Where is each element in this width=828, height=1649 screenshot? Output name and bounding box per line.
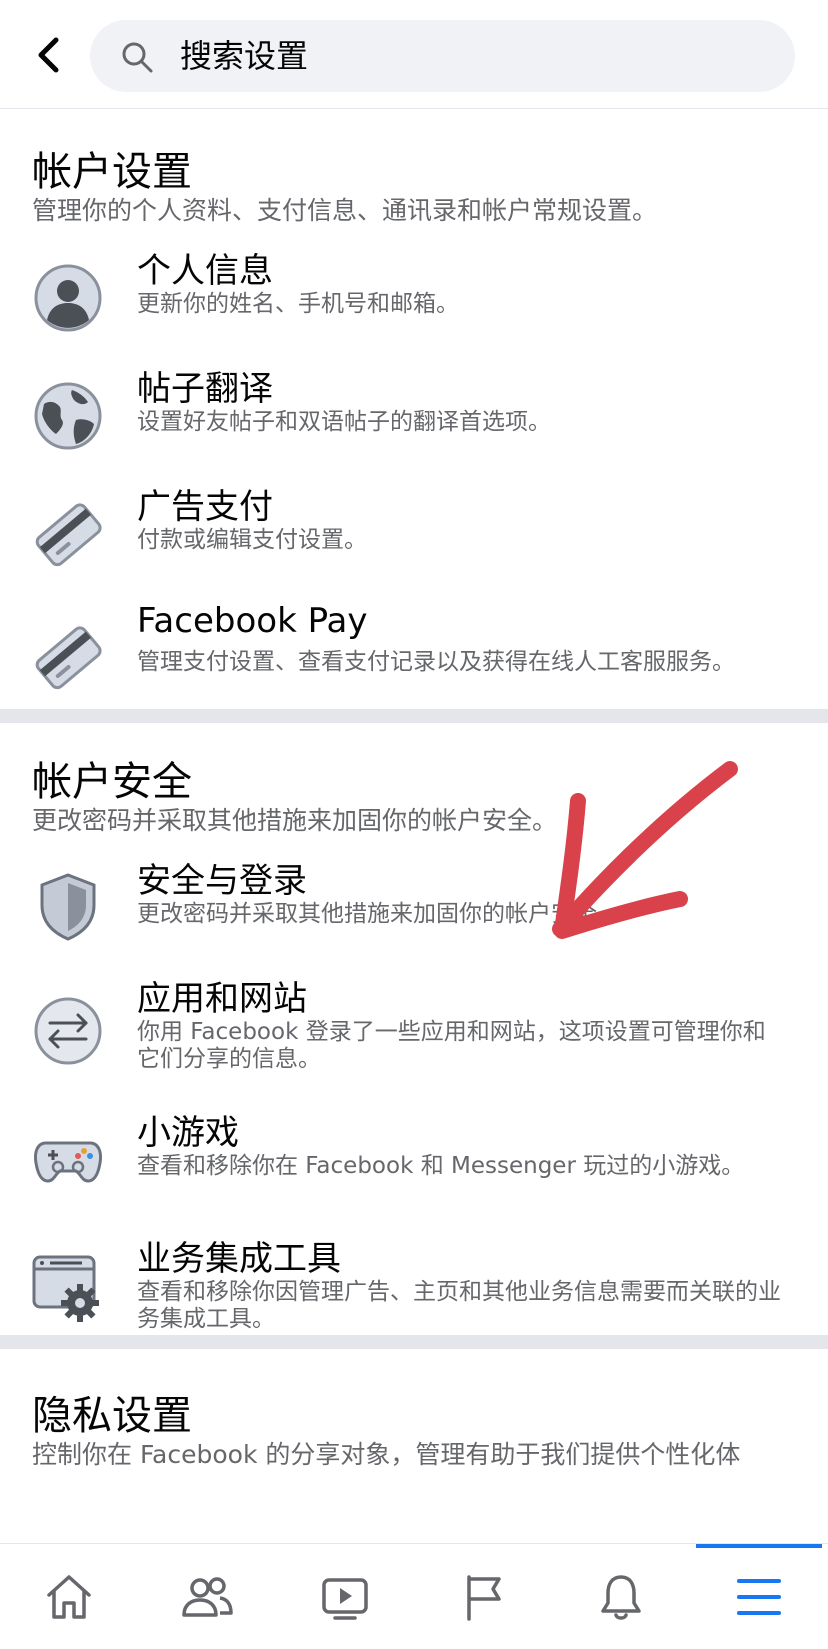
settings-item-apps-websites[interactable]: 应用和网站 你用 Facebook 登录了一些应用和网站，这项设置可管理你和它们…	[0, 967, 828, 1091]
home-icon	[47, 1574, 91, 1619]
menu-icon	[737, 1578, 781, 1615]
tab-notifications[interactable]	[552, 1544, 690, 1649]
section-title-privacy-settings: 隐私设置	[32, 1393, 192, 1439]
item-title: 安全与登录	[137, 861, 307, 901]
video-icon	[322, 1577, 368, 1620]
gamepad-icon	[34, 1141, 102, 1183]
settings-item-ad-payments[interactable]: 广告支付 付款或编辑支付设置。	[0, 475, 828, 583]
red-arrow-annotation	[552, 761, 738, 939]
section-desc-account-settings: 管理你的个人资料、支付信息、通讯录和帐户常规设置。	[32, 196, 658, 225]
item-title: 广告支付	[137, 487, 273, 527]
pages-flag-icon	[467, 1574, 501, 1621]
friends-icon	[182, 1576, 233, 1617]
section-title-account-settings: 帐户设置	[32, 149, 192, 195]
settings-item-business-integrations[interactable]: 业务集成工具 查看和移除你因管理广告、主页和其他业务信息需要而关联的业务集成工具…	[0, 1227, 828, 1337]
credit-card-icon	[35, 626, 102, 690]
search-icon	[122, 42, 153, 73]
settings-item-mini-games[interactable]: 小游戏 查看和移除你在 Facebook 和 Messenger 玩过的小游戏。	[0, 1101, 828, 1217]
window-gear-icon	[32, 1255, 99, 1322]
item-title: Facebook Pay	[137, 601, 368, 641]
globe-icon	[34, 382, 102, 450]
shield-icon	[40, 873, 96, 941]
swap-arrows-icon	[34, 997, 102, 1065]
person-icon	[34, 264, 102, 332]
settings-item-post-translation[interactable]: 帖子翻译 设置好友帖子和双语帖子的翻译首选项。	[0, 357, 828, 465]
section-divider	[0, 709, 828, 723]
section-desc-privacy-settings: 控制你在 Facebook 的分享对象，管理有助于我们提供个性化体	[32, 1440, 741, 1469]
item-title: 小游戏	[137, 1113, 239, 1153]
chevron-left-icon	[38, 37, 59, 73]
search-input[interactable]: 搜索设置	[90, 20, 795, 92]
credit-card-icon	[35, 503, 102, 567]
item-desc: 付款或编辑支付设置。	[137, 527, 367, 553]
item-desc: 你用 Facebook 登录了一些应用和网站，这项设置可管理你和它们分享的信息。	[137, 1019, 766, 1072]
tab-menu[interactable]	[690, 1544, 828, 1649]
tab-video[interactable]	[276, 1544, 414, 1649]
top-header: 搜索设置	[0, 0, 828, 109]
item-desc: 管理支付设置、查看支付记录以及获得在线人工客服服务。	[137, 649, 735, 675]
item-title: 应用和网站	[137, 979, 307, 1019]
settings-item-facebook-pay[interactable]: Facebook Pay 管理支付设置、查看支付记录以及获得在线人工客服服务。	[0, 593, 828, 701]
item-desc: 更新你的姓名、手机号和邮箱。	[137, 291, 459, 317]
notifications-bell-icon	[601, 1574, 641, 1620]
tab-pages[interactable]	[414, 1544, 552, 1649]
item-desc: 查看和移除你在 Facebook 和 Messenger 玩过的小游戏。	[137, 1153, 745, 1179]
section-title-account-security: 帐户安全	[32, 759, 192, 805]
item-desc: 设置好友帖子和双语帖子的翻译首选项。	[137, 409, 551, 435]
tab-friends[interactable]	[138, 1544, 276, 1649]
tab-home[interactable]	[0, 1544, 138, 1649]
item-title: 业务集成工具	[137, 1239, 341, 1279]
back-button[interactable]	[26, 30, 70, 80]
item-title: 个人信息	[137, 251, 273, 291]
section-desc-account-security: 更改密码并采取其他措施来加固你的帐户安全。	[32, 806, 558, 835]
section-divider	[0, 1335, 828, 1349]
bottom-navigation	[0, 1543, 828, 1649]
settings-list[interactable]: 帐户设置 管理你的个人资料、支付信息、通讯录和帐户常规设置。 个人信息 更新你的…	[0, 109, 828, 1543]
item-desc: 查看和移除你因管理广告、主页和其他业务信息需要而关联的业务集成工具。	[137, 1279, 781, 1332]
item-title: 帖子翻译	[137, 369, 273, 409]
search-placeholder: 搜索设置	[180, 37, 309, 75]
settings-item-personal-info[interactable]: 个人信息 更新你的姓名、手机号和邮箱。	[0, 239, 828, 347]
